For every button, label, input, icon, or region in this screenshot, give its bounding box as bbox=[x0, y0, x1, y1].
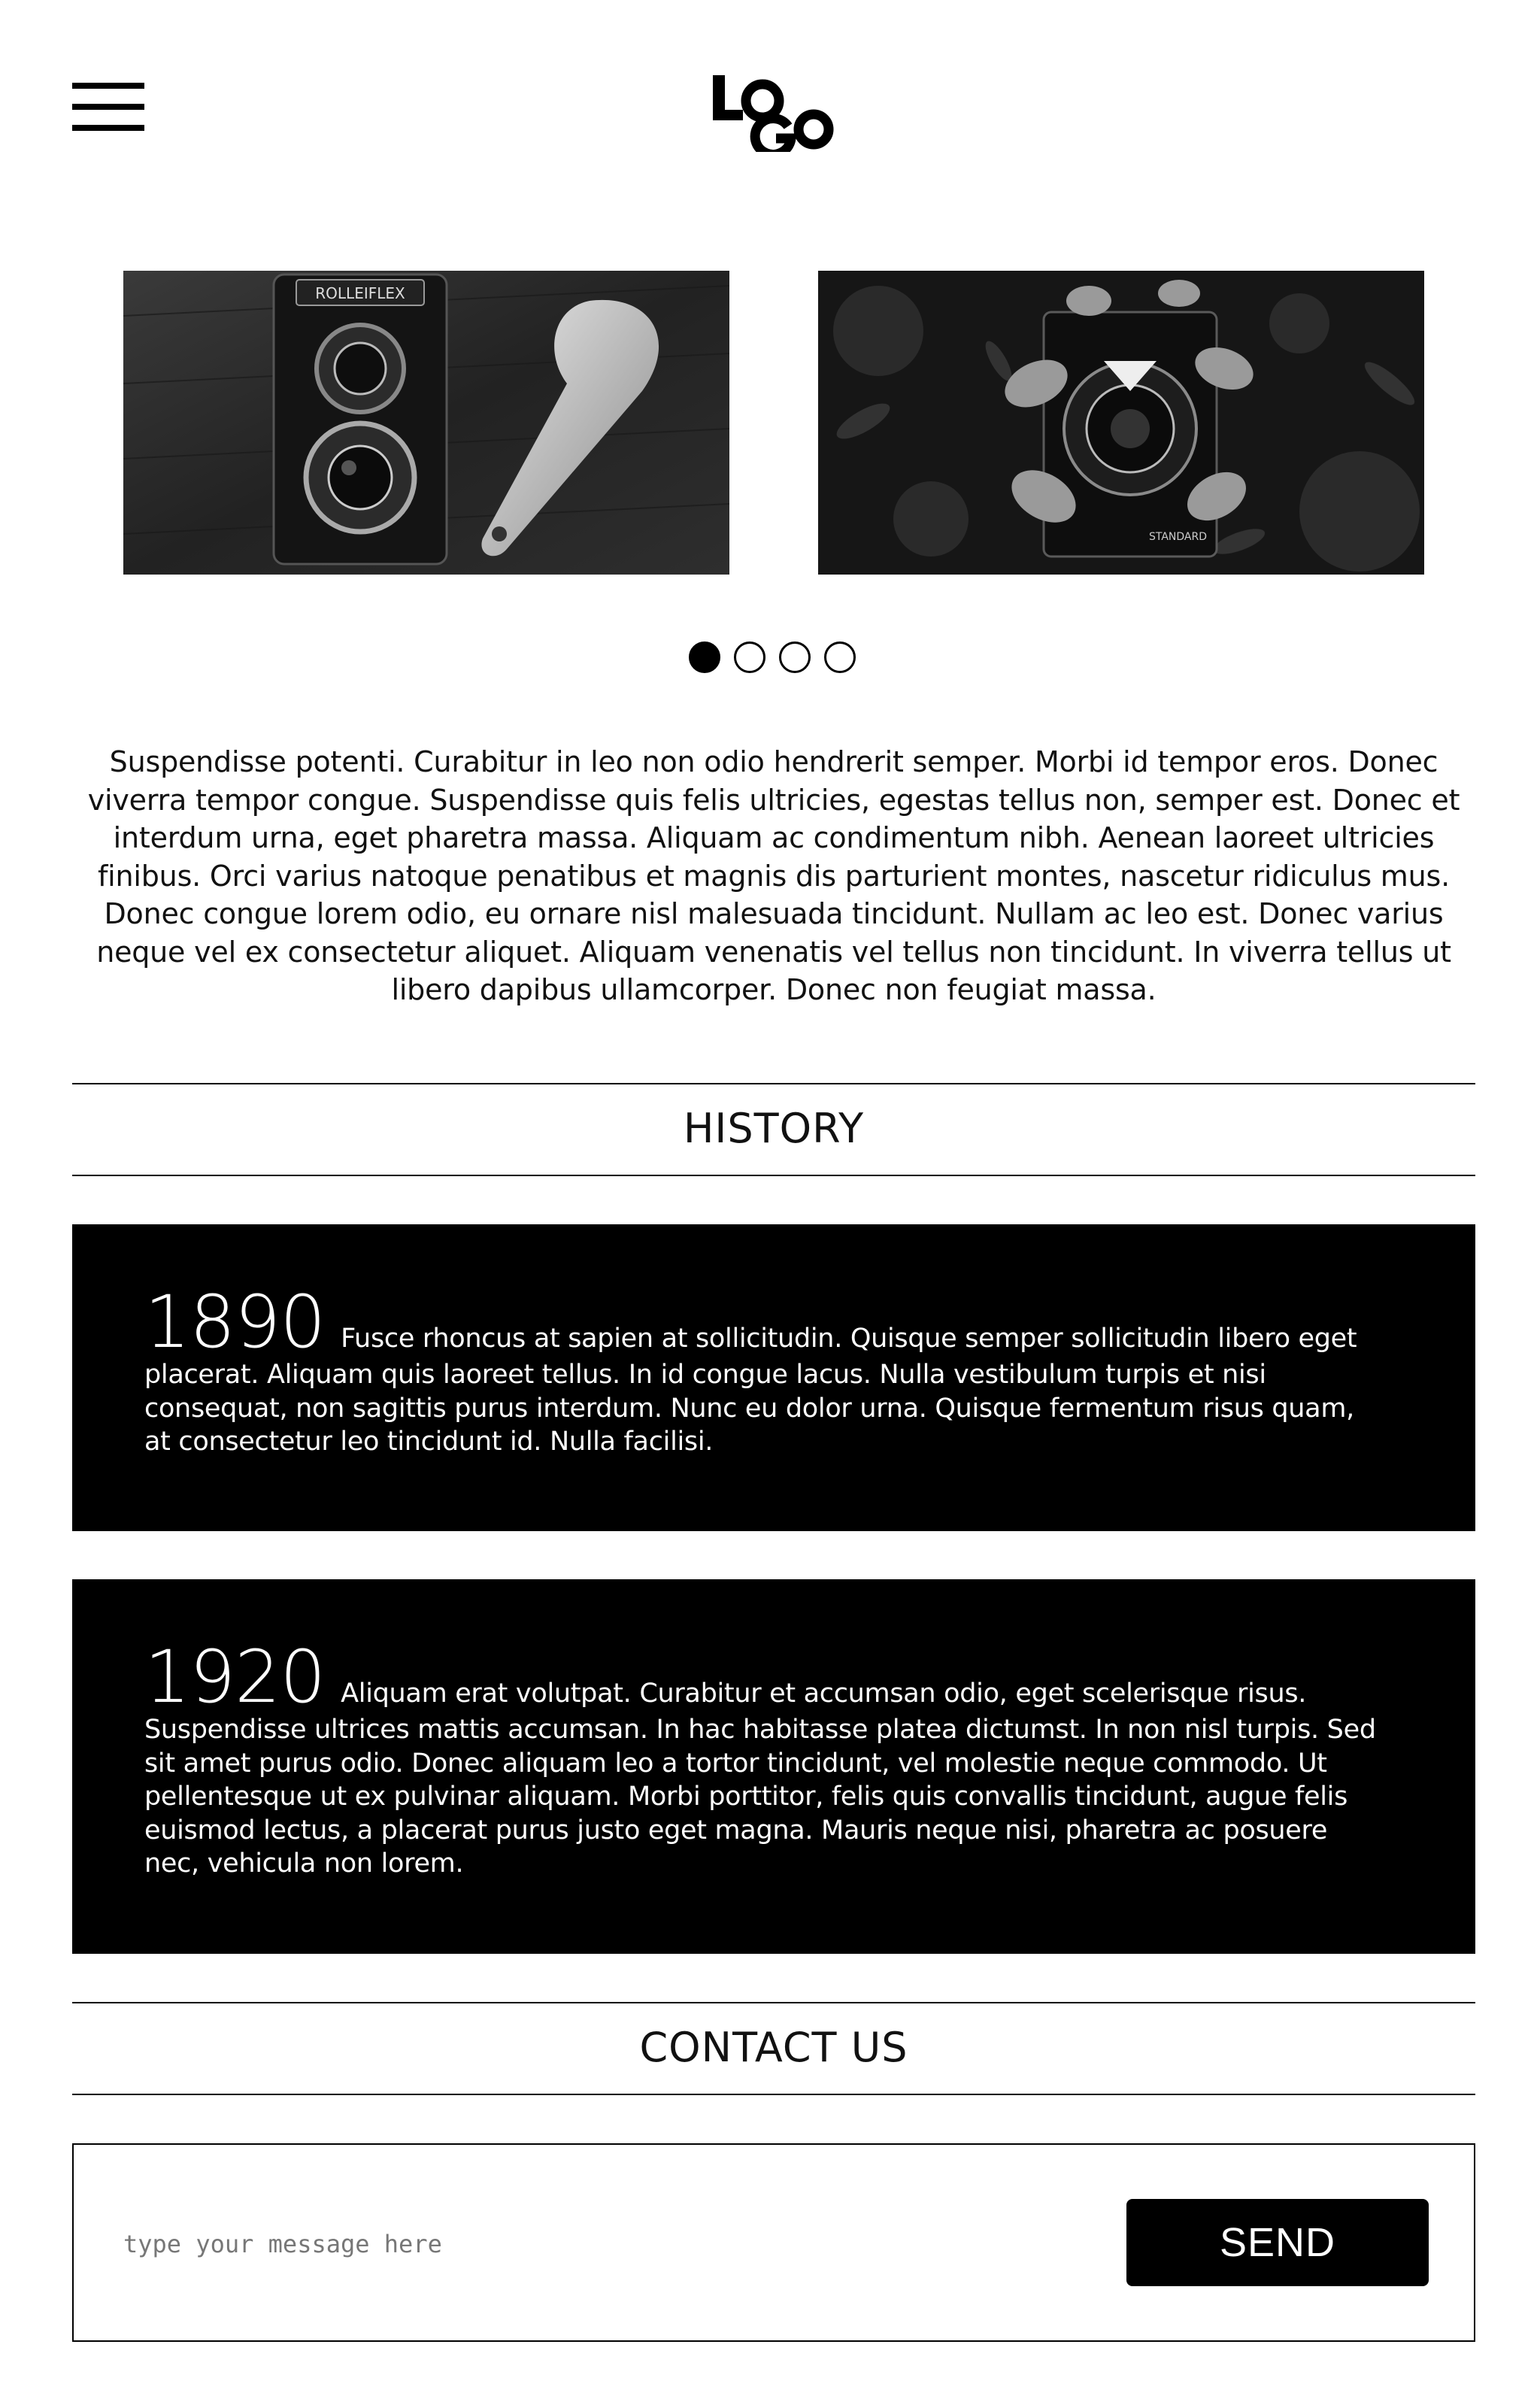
camera-model-text: STANDARD bbox=[1149, 531, 1207, 543]
history-entry-text: Fusce rhoncus at sapien at sollicitudin.… bbox=[144, 1324, 1357, 1457]
contact-form: SEND bbox=[72, 2143, 1475, 2342]
history-entry-body: 1920 Aliquam erat volutpat. Curabitur et… bbox=[144, 1641, 1387, 1881]
send-button[interactable]: SEND bbox=[1126, 2199, 1429, 2286]
carousel-pagination bbox=[689, 641, 856, 673]
menu-bar bbox=[72, 83, 144, 89]
history-entry-year: 1890 bbox=[144, 1280, 326, 1364]
carousel-slide[interactable]: STANDARD bbox=[818, 271, 1424, 575]
history-heading: HISTORY bbox=[72, 1083, 1475, 1176]
history-entry-year: 1920 bbox=[144, 1635, 326, 1719]
hamburger-menu-icon[interactable] bbox=[72, 83, 144, 131]
menu-bar bbox=[72, 125, 144, 131]
carousel-slide[interactable]: ROLLEIFLEX bbox=[123, 271, 729, 575]
history-entry: 1920 Aliquam erat volutpat. Curabitur et… bbox=[72, 1579, 1475, 1954]
intro-paragraph: Suspendisse potenti. Curabitur in leo no… bbox=[87, 745, 1460, 1006]
contact-heading: CONTACT US bbox=[72, 2002, 1475, 2095]
logo[interactable] bbox=[710, 69, 838, 159]
site-header bbox=[0, 0, 1540, 218]
history-entry-body: 1890 Fusce rhoncus at sapien at sollicit… bbox=[144, 1286, 1387, 1459]
carousel-dot-1[interactable] bbox=[689, 641, 720, 673]
history-entry-text: Aliquam erat volutpat. Curabitur et accu… bbox=[144, 1679, 1376, 1879]
logo-mark bbox=[713, 75, 834, 159]
rolleiflex-photo: ROLLEIFLEX bbox=[123, 271, 729, 575]
carousel-dot-3[interactable] bbox=[779, 641, 811, 673]
carousel-dot-2[interactable] bbox=[734, 641, 765, 673]
menu-bar bbox=[72, 104, 144, 110]
history-entry: 1890 Fusce rhoncus at sapien at sollicit… bbox=[72, 1224, 1475, 1531]
carousel-dot-4[interactable] bbox=[824, 641, 856, 673]
agfa-camera-photo: STANDARD bbox=[818, 271, 1424, 575]
image-carousel[interactable]: ROLLEIFLEX STANDARD bbox=[0, 271, 1540, 575]
message-input[interactable] bbox=[122, 2211, 1102, 2277]
camera-brand-text: ROLLEIFLEX bbox=[315, 284, 405, 302]
